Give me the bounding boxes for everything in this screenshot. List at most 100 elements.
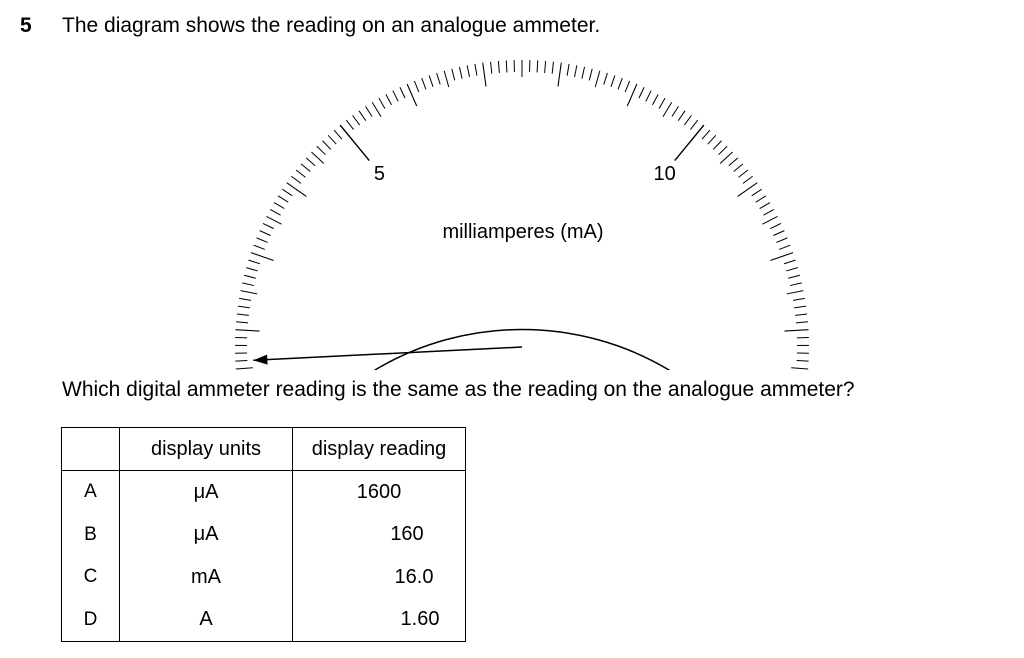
scale-tick — [712, 140, 722, 150]
scale-tick — [237, 305, 250, 309]
header-empty — [61, 427, 120, 471]
scale-arc — [373, 328, 671, 370]
scale-tick — [333, 129, 343, 140]
option-letter: A — [61, 470, 120, 514]
scale-tick — [300, 163, 311, 172]
option-row-d[interactable]: D A 1.60 — [61, 598, 466, 642]
scale-tick — [658, 97, 666, 109]
scale-tick — [778, 244, 791, 250]
scale-tick — [458, 66, 463, 79]
scale-tick — [505, 60, 508, 73]
scale-tick — [551, 61, 554, 74]
option-row-b[interactable]: B μA 160 — [61, 513, 466, 556]
option-letter: C — [61, 556, 120, 599]
option-reading: 16.0 — [292, 556, 466, 599]
scale-tick — [594, 70, 601, 88]
scale-tick — [728, 157, 739, 167]
option-units: μA — [119, 470, 293, 514]
scale-tick — [786, 267, 798, 272]
scale-tick — [322, 140, 332, 150]
options-table: display units display reading A μA 1600 … — [61, 427, 466, 642]
scale-tick — [266, 215, 282, 225]
scale-tick — [316, 145, 326, 156]
scale-tick — [544, 60, 547, 73]
scale-tick — [253, 244, 266, 250]
scale-tick — [581, 66, 586, 79]
meter-pointer — [253, 346, 523, 365]
option-units: A — [119, 598, 293, 642]
scale-tick — [243, 274, 256, 279]
scale-tick — [474, 63, 478, 76]
scale-tick — [788, 274, 801, 279]
scale-tick — [610, 75, 616, 87]
scale-tick — [719, 151, 733, 164]
unit-label: milliamperes (mA) — [442, 221, 603, 243]
scale-tick — [652, 94, 659, 106]
scale-tick — [352, 115, 361, 126]
scale-tick — [443, 70, 450, 88]
scale-tick — [796, 360, 809, 362]
option-letter: D — [61, 598, 120, 642]
scale-tick — [674, 124, 705, 162]
scale-tick — [256, 237, 268, 243]
scale-tick — [399, 87, 406, 99]
scale-tick — [250, 252, 274, 262]
scale-tick — [277, 195, 289, 203]
scale-tick — [291, 175, 302, 184]
scale-tick — [378, 97, 386, 109]
scale-label: 5 — [374, 163, 385, 185]
scale-tick — [421, 77, 427, 90]
scale-tick — [776, 237, 788, 243]
option-reading: 160 — [292, 513, 466, 556]
scale-tick — [738, 169, 749, 178]
scale-tick — [436, 72, 441, 85]
scale-tick — [413, 80, 420, 93]
scale-tick — [365, 106, 373, 117]
scale-tick — [617, 77, 623, 90]
scale-tick — [763, 209, 775, 216]
scale-tick — [588, 68, 593, 81]
scale-tick — [327, 134, 337, 145]
option-row-a[interactable]: A μA 1600 — [61, 470, 466, 514]
scale-tick — [762, 215, 778, 225]
scale-tick — [671, 106, 679, 117]
scale-tick — [718, 145, 728, 156]
scale-tick — [733, 163, 744, 172]
scale-tick — [242, 282, 255, 287]
scale-tick — [385, 94, 392, 106]
scale-tick — [497, 60, 500, 73]
scale-tick — [794, 305, 807, 309]
scale-tick — [784, 329, 809, 332]
scale-tick — [566, 63, 570, 76]
scale-tick — [490, 61, 493, 74]
scale-tick — [311, 151, 325, 164]
scale-tick — [624, 80, 631, 93]
header-display-units: display units — [119, 427, 293, 471]
option-reading: 1.60 — [292, 598, 466, 642]
scale-tick — [751, 188, 762, 197]
scale-tick — [773, 230, 785, 236]
scale-tick — [466, 65, 470, 78]
scale-tick — [240, 290, 258, 295]
scale-tick — [557, 62, 562, 87]
scale-labels: 051015 — [374, 163, 676, 185]
scale-label: 10 — [653, 163, 675, 185]
scale-tick — [683, 115, 692, 126]
scale-tick — [645, 90, 652, 102]
scale-tick — [677, 110, 686, 121]
scale-tick — [273, 202, 285, 210]
header-display-reading: display reading — [292, 427, 466, 471]
option-row-c[interactable]: C mA 16.0 — [61, 556, 466, 599]
scale-tick — [345, 119, 354, 130]
scale-tick — [248, 259, 261, 265]
scale-tick — [792, 297, 805, 301]
scale-tick — [305, 157, 316, 167]
scale-tick — [770, 252, 794, 262]
scale-tick — [235, 367, 253, 370]
scale-tick — [246, 267, 258, 272]
scale-tick — [451, 68, 456, 81]
scale-tick — [339, 124, 370, 162]
scale-ticks — [235, 60, 809, 370]
scale-tick — [786, 290, 804, 295]
scale-tick — [759, 202, 771, 210]
